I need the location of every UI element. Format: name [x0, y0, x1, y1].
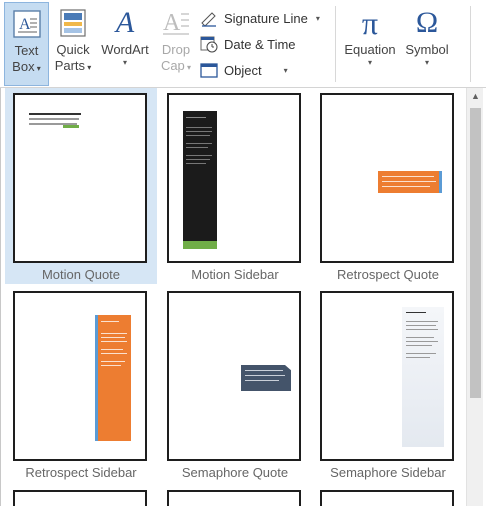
chevron-down-icon: ▾ [315, 13, 320, 23]
svg-text:A: A [163, 10, 181, 36]
scrollbar-thumb[interactable] [470, 108, 481, 398]
object-button[interactable]: Object ▾ [200, 58, 330, 82]
equation-button[interactable]: π Equation ▾ [340, 2, 400, 86]
date-time-label: Date & Time [224, 36, 296, 52]
scroll-up-icon[interactable]: ▲ [467, 88, 484, 105]
wordart-label: WordArt [101, 42, 149, 57]
retrospect-sidebar-thumbnail [13, 291, 147, 461]
text-box-button[interactable]: A Text Box ▾ [4, 2, 49, 86]
gallery-item-label: Semaphore Sidebar [330, 465, 446, 480]
gallery-item-partial[interactable] [167, 490, 301, 506]
chevron-down-icon: ▾ [184, 63, 192, 72]
text-box-label-2: Box ▾ [12, 59, 41, 74]
gallery-item-label: Motion Quote [41, 267, 121, 282]
gallery-item-label: Retrospect Sidebar [25, 465, 137, 480]
gallery-item-motion-sidebar[interactable]: Motion Sidebar [159, 88, 311, 284]
insert-ribbon: A Text Box ▾ Quick Parts ▾ A WordArt ▾ A… [0, 0, 486, 88]
gallery-item-semaphore-quote[interactable]: Semaphore Quote [159, 286, 311, 482]
svg-text:A: A [19, 16, 31, 33]
gallery-item-partial[interactable] [13, 490, 147, 506]
drop-cap-icon: A [161, 8, 191, 38]
gallery-item-partial[interactable] [320, 490, 454, 506]
text-box-gallery: Motion Quote Motion Sidebar Retrospect Q… [0, 88, 486, 506]
chevron-down-icon: ▾ [283, 65, 288, 75]
semaphore-quote-thumbnail [167, 291, 301, 461]
text-box-icon: A [12, 9, 42, 39]
signature-line-icon [200, 9, 218, 27]
motion-quote-thumbnail [13, 93, 147, 263]
quick-parts-label-2: Parts ▾ [54, 58, 92, 73]
object-icon [200, 61, 218, 79]
text-box-label: Text [14, 43, 39, 58]
group-separator [335, 6, 336, 82]
quick-parts-button[interactable]: Quick Parts ▾ [51, 2, 95, 86]
drop-cap-button[interactable]: A Drop Cap ▾ [155, 2, 197, 86]
chevron-down-icon: ▾ [424, 58, 429, 67]
semaphore-sidebar-thumbnail [320, 291, 454, 461]
drop-cap-label-2: Cap ▾ [160, 58, 192, 73]
gallery-scrollbar[interactable]: ▲ [466, 88, 483, 506]
wordart-button[interactable]: A WordArt ▾ [98, 2, 152, 86]
gallery-item-label: Retrospect Quote [337, 267, 439, 282]
quick-parts-icon [58, 8, 88, 38]
symbol-button[interactable]: Ω Symbol ▾ [402, 2, 452, 86]
symbol-icon: Ω [415, 6, 439, 39]
symbol-label: Symbol [405, 42, 449, 57]
gallery-item-retrospect-sidebar[interactable]: Retrospect Sidebar [5, 286, 157, 482]
signature-line-button[interactable]: Signature Line ▾ [200, 6, 330, 30]
date-time-button[interactable]: Date & Time [200, 32, 330, 56]
chevron-down-icon: ▾ [85, 63, 92, 72]
chevron-down-icon: ▾ [34, 64, 41, 73]
gallery-item-motion-quote[interactable]: Motion Quote [5, 88, 157, 284]
signature-line-label: Signature Line [224, 10, 308, 26]
chevron-down-icon: ▾ [122, 58, 127, 67]
gallery-item-label: Semaphore Quote [181, 465, 289, 480]
wordart-icon: A [115, 6, 135, 39]
object-label: Object [224, 62, 262, 78]
date-time-icon [200, 35, 218, 53]
motion-sidebar-thumbnail [167, 93, 301, 263]
group-separator [470, 6, 471, 82]
chevron-down-icon: ▾ [367, 58, 372, 67]
retrospect-quote-thumbnail [320, 93, 454, 263]
gallery-item-retrospect-quote[interactable]: Retrospect Quote [312, 88, 464, 284]
gallery-item-semaphore-sidebar[interactable]: Semaphore Sidebar [312, 286, 464, 482]
equation-icon: π [361, 5, 379, 41]
quick-parts-label: Quick [56, 42, 90, 57]
gallery-item-label: Motion Sidebar [191, 267, 279, 282]
equation-label: Equation [344, 42, 396, 57]
drop-cap-label: Drop [161, 42, 191, 57]
